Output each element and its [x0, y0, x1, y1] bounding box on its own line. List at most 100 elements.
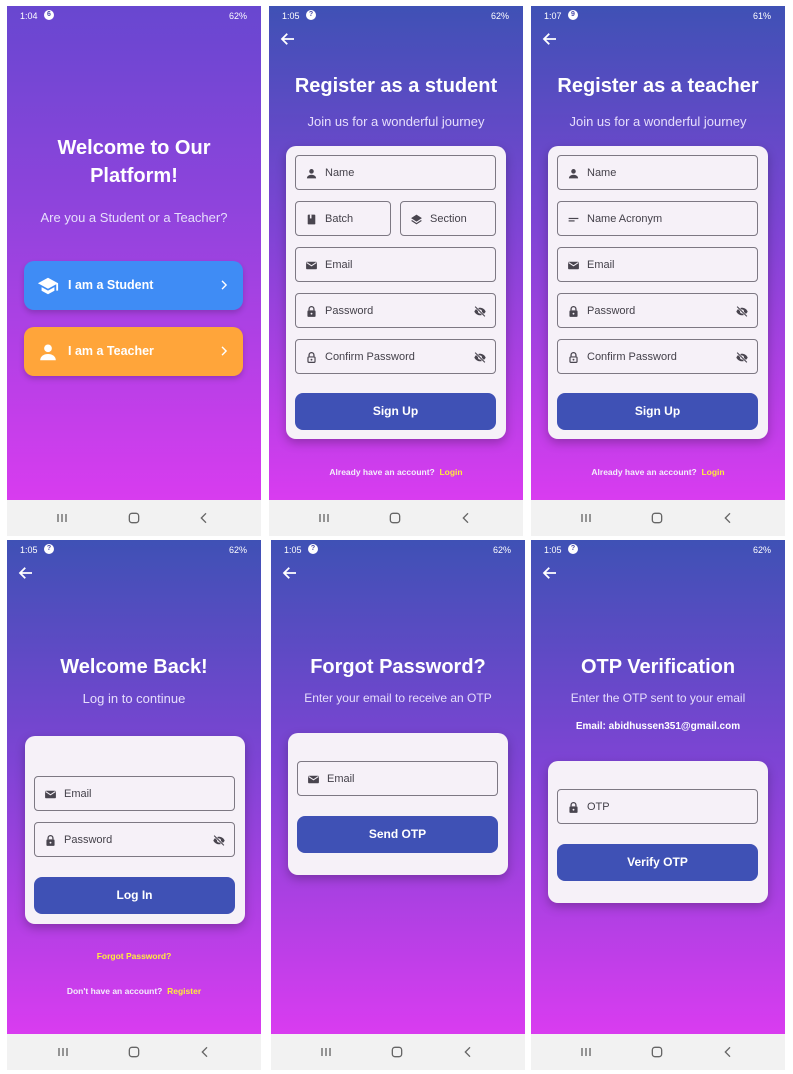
- person-icon: [37, 341, 59, 363]
- nav-back-icon[interactable]: [456, 510, 476, 526]
- status-battery: 62%: [228, 545, 247, 555]
- status-time: 1:05: [282, 11, 300, 21]
- email-field-label: Email: [327, 773, 355, 785]
- name-acronym-field[interactable]: Name Acronym: [557, 201, 758, 236]
- signup-button[interactable]: Sign Up: [295, 393, 496, 430]
- name-acronym-field-label: Name Acronym: [587, 213, 663, 225]
- nav-back-icon[interactable]: [458, 1044, 478, 1060]
- mail-icon: [567, 259, 580, 272]
- lock-icon: [567, 305, 580, 318]
- recents-icon[interactable]: [53, 1044, 73, 1060]
- recents-icon[interactable]: [576, 1044, 596, 1060]
- notification-icon: ?: [308, 544, 318, 554]
- recents-icon[interactable]: [576, 510, 596, 526]
- eye-off-icon[interactable]: [473, 351, 487, 364]
- recents-icon[interactable]: [314, 510, 334, 526]
- eye-off-icon[interactable]: [735, 351, 749, 364]
- email-field-label: Email: [64, 788, 92, 800]
- recents-icon[interactable]: [316, 1044, 336, 1060]
- nav-back-icon[interactable]: [718, 1044, 738, 1060]
- back-arrow-icon[interactable]: [541, 30, 559, 48]
- lock-icon: [44, 834, 57, 847]
- page-subtitle: Join us for a wonderful journey: [569, 114, 747, 129]
- status-bar: 1:05 ? 62%: [271, 540, 525, 560]
- recents-icon[interactable]: [52, 510, 72, 526]
- student-register-screen: 1:05 ? 62% Register as a student Join us…: [269, 6, 523, 536]
- mail-icon: [305, 259, 318, 272]
- screen-background: 1:07 9 61% Register as a teacher Join us…: [531, 6, 785, 500]
- nav-back-icon[interactable]: [195, 1044, 215, 1060]
- home-icon[interactable]: [385, 510, 405, 526]
- page-title: Welcome Back!: [60, 656, 208, 678]
- page-title: Register as a student: [294, 75, 498, 97]
- register-link[interactable]: Register: [167, 986, 201, 996]
- otp-field-label: OTP: [587, 801, 610, 813]
- send-otp-button[interactable]: Send OTP: [297, 816, 498, 853]
- screen-background: 1:05 ? 62% Welcome Back! Log in to conti…: [7, 540, 261, 1034]
- back-arrow-icon[interactable]: [281, 564, 299, 582]
- email-field-label: Email: [587, 259, 615, 271]
- back-arrow-icon[interactable]: [17, 564, 35, 582]
- home-icon[interactable]: [124, 510, 144, 526]
- screen-background: 1:05 ? 62% Forgot Password? Enter your e…: [271, 540, 525, 1034]
- eye-off-icon[interactable]: [212, 834, 226, 847]
- nav-back-icon[interactable]: [194, 510, 214, 526]
- name-field[interactable]: Name: [295, 155, 496, 190]
- name-field-label: Name: [325, 167, 355, 179]
- home-icon[interactable]: [124, 1044, 144, 1060]
- back-arrow-icon[interactable]: [541, 564, 559, 582]
- eye-off-icon[interactable]: [735, 305, 749, 318]
- page-title: Forgot Password?: [310, 656, 486, 678]
- email-address: Email: abidhussen351@gmail.com: [575, 721, 741, 732]
- confirm-password-field[interactable]: Confirm Password: [295, 339, 496, 374]
- status-bar: 1:04 6 62%: [7, 6, 261, 26]
- password-field[interactable]: Password: [34, 822, 235, 857]
- page-subtitle: Enter your email to receive an OTP: [304, 691, 492, 705]
- login-card: Email Password Log In: [25, 736, 245, 924]
- login-link[interactable]: Login: [439, 467, 462, 477]
- student-role-button[interactable]: I am a Student: [24, 261, 243, 310]
- notification-icon: 9: [568, 10, 578, 20]
- login-button[interactable]: Log In: [34, 877, 235, 914]
- book-icon: [305, 213, 318, 226]
- password-field[interactable]: Password: [557, 293, 758, 328]
- status-battery: 61%: [752, 11, 771, 21]
- page-title: Welcome to Our Platform!: [57, 137, 211, 187]
- otp-field[interactable]: OTP: [557, 789, 758, 824]
- confirm-password-field[interactable]: Confirm Password: [557, 339, 758, 374]
- home-icon[interactable]: [647, 1044, 667, 1060]
- teacher-register-screen: 1:07 9 61% Register as a teacher Join us…: [531, 6, 785, 536]
- email-field[interactable]: Email: [297, 761, 498, 796]
- verify-otp-button[interactable]: Verify OTP: [557, 844, 758, 881]
- otp-card: OTP Verify OTP: [548, 761, 768, 903]
- password-field[interactable]: Password: [295, 293, 496, 328]
- teacher-role-button[interactable]: I am a Teacher: [24, 327, 243, 376]
- login-prompt: Already have an account? Login: [531, 467, 785, 477]
- eye-off-icon[interactable]: [473, 305, 487, 318]
- status-bar: 1:05 ? 62%: [531, 540, 785, 560]
- nav-back-icon[interactable]: [718, 510, 738, 526]
- back-arrow-icon[interactable]: [279, 30, 297, 48]
- forgot-card: Email Send OTP: [288, 733, 508, 875]
- confirm-password-field-label: Confirm Password: [325, 351, 415, 363]
- signup-button[interactable]: Sign Up: [557, 393, 758, 430]
- password-field-label: Password: [325, 305, 374, 317]
- name-field[interactable]: Name: [557, 155, 758, 190]
- page-subtitle: Join us for a wonderful journey: [307, 114, 485, 129]
- email-field[interactable]: Email: [34, 776, 235, 811]
- page-title: OTP Verification: [580, 656, 736, 678]
- short-text-icon: [567, 213, 580, 226]
- email-field[interactable]: Email: [295, 247, 496, 282]
- home-icon[interactable]: [647, 510, 667, 526]
- forgot-password-link[interactable]: Forgot Password?: [7, 951, 261, 961]
- batch-field[interactable]: Batch: [295, 201, 391, 236]
- lock-outline-icon: [567, 351, 580, 364]
- home-icon[interactable]: [387, 1044, 407, 1060]
- login-prompt: Already have an account? Login: [269, 467, 523, 477]
- student-role-label: I am a Student: [68, 278, 154, 292]
- section-field[interactable]: Section: [400, 201, 496, 236]
- login-link[interactable]: Login: [701, 467, 724, 477]
- status-bar: 1:07 9 61%: [531, 6, 785, 26]
- otp-screen: 1:05 ? 62% OTP Verification Enter the OT…: [531, 540, 785, 1070]
- email-field[interactable]: Email: [557, 247, 758, 282]
